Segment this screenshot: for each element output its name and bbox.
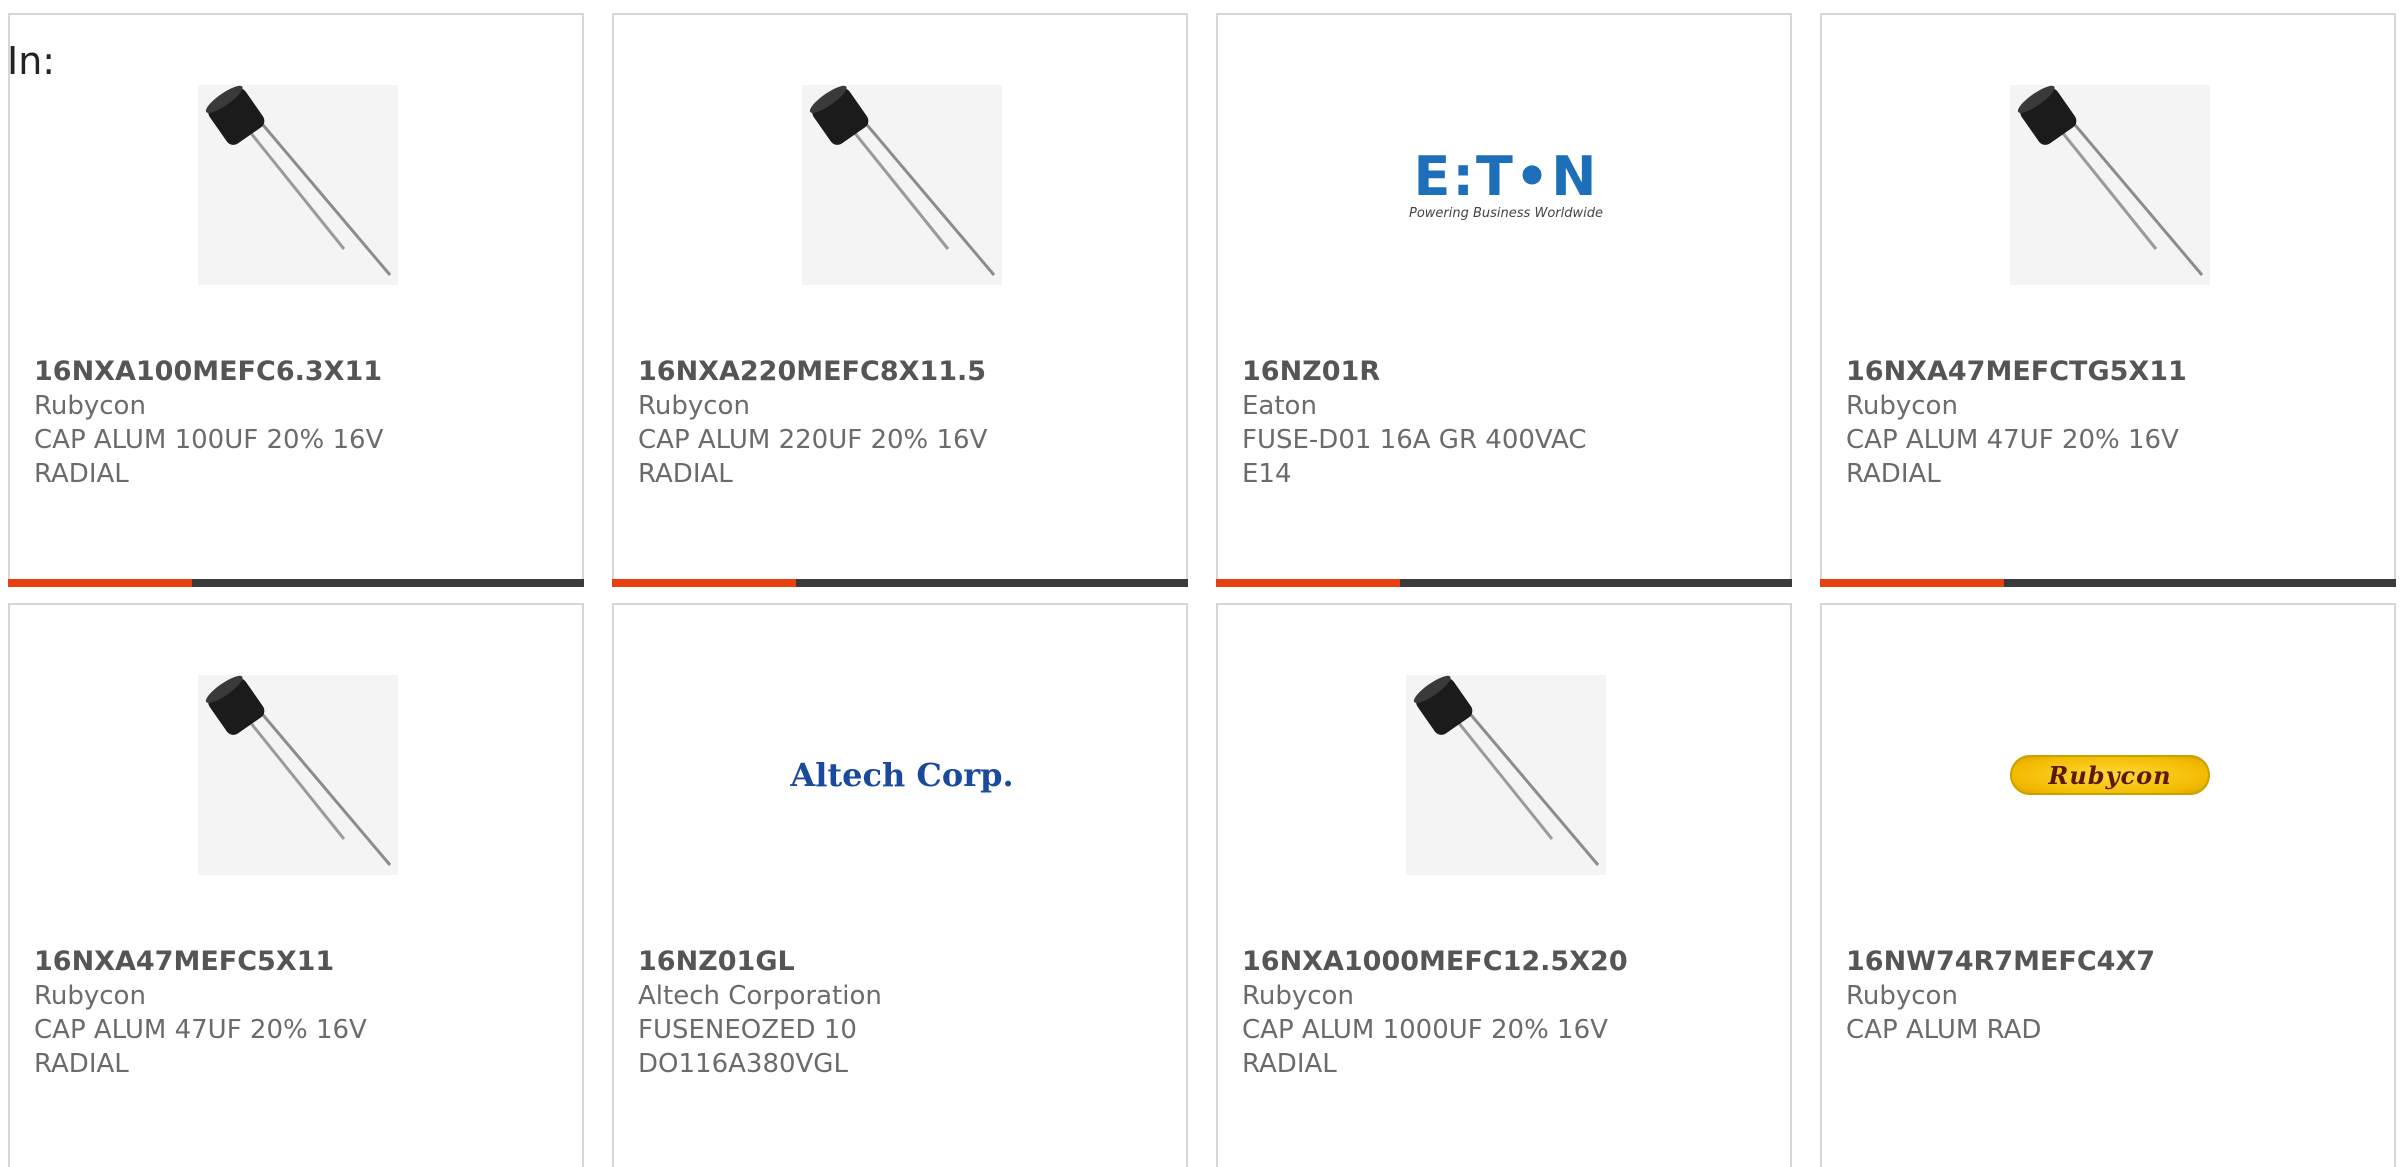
product-grid: 16NXA100MEFC6.3X11 Rubycon CAP ALUM 100UF … (0, 0, 2400, 1167)
product-card[interactable]: 16NXA47MEFC5X11 Rubycon CAP ALUM 47UF 20% … (8, 603, 584, 1167)
product-image-capacitor[interactable] (2010, 85, 2210, 285)
card-footer-bar (8, 579, 584, 587)
altech-logo-wordmark: Altech Corp. (790, 756, 1014, 794)
product-card[interactable]: E:T•N Powering Business Worldwide 16NZ01R E… (1216, 13, 1792, 587)
part-number[interactable]: 16NXA47MEFCTG5X11 (1846, 355, 2370, 389)
card-footer-accent (612, 579, 796, 587)
product-description: CAP ALUM 100UF 20% 16V RADIAL (34, 425, 384, 489)
product-info: 16NXA100MEFC6.3X11 Rubycon CAP ALUM 100UF … (34, 355, 558, 491)
part-number[interactable]: 16NXA1000MEFC12.5X20 (1242, 945, 1766, 979)
product-description: CAP ALUM RAD (1846, 1015, 2042, 1045)
manufacturer-name: Rubycon (34, 391, 146, 421)
manufacturer-name: Rubycon (1846, 981, 1958, 1011)
product-description: FUSENEOZED 10 DO116A380VGL (638, 1015, 857, 1079)
manufacturer-name: Altech Corporation (638, 981, 882, 1011)
product-info: 16NZ01R Eaton FUSE-D01 16A GR 400VAC E14 (1242, 355, 1766, 491)
product-info: 16NW74R7MEFC4X7 Rubycon CAP ALUM RAD (1846, 945, 2370, 1047)
part-number[interactable]: 16NXA47MEFC5X11 (34, 945, 558, 979)
card-footer-bar (612, 579, 1188, 587)
product-card[interactable]: 16NXA47MEFCTG5X11 Rubycon CAP ALUM 47UF 20… (1820, 13, 2396, 587)
part-number[interactable]: 16NXA100MEFC6.3X11 (34, 355, 558, 389)
manufacturer-name: Rubycon (1242, 981, 1354, 1011)
product-info: 16NXA47MEFCTG5X11 Rubycon CAP ALUM 47UF 20… (1846, 355, 2370, 491)
part-number[interactable]: 16NZ01GL (638, 945, 1162, 979)
product-description: CAP ALUM 47UF 20% 16V RADIAL (1846, 425, 2179, 489)
product-card[interactable]: 16NXA1000MEFC12.5X20 Rubycon CAP ALUM 1000… (1216, 603, 1792, 1167)
product-info: 16NZ01GL Altech Corporation FUSENEOZED 10 … (638, 945, 1162, 1081)
product-card[interactable]: Rubycon 16NW74R7MEFC4X7 Rubycon CAP ALUM RA… (1820, 603, 2396, 1167)
part-number[interactable]: 16NW74R7MEFC4X7 (1846, 945, 2370, 979)
manufacturer-name: Eaton (1242, 391, 1317, 421)
part-number[interactable]: 16NZ01R (1242, 355, 1766, 389)
product-description: FUSE-D01 16A GR 400VAC E14 (1242, 425, 1587, 489)
card-footer-accent (8, 579, 192, 587)
product-info: 16NXA47MEFC5X11 Rubycon CAP ALUM 47UF 20% … (34, 945, 558, 1081)
product-image-capacitor[interactable] (802, 85, 1002, 285)
product-card[interactable]: 16NXA100MEFC6.3X11 Rubycon CAP ALUM 100UF … (8, 13, 584, 587)
product-image-capacitor[interactable] (198, 675, 398, 875)
rubycon-logo[interactable]: Rubycon (2010, 675, 2210, 875)
product-description: CAP ALUM 47UF 20% 16V RADIAL (34, 1015, 367, 1079)
filter-label: In: (7, 39, 56, 83)
manufacturer-name: Rubycon (1846, 391, 1958, 421)
manufacturer-name: Rubycon (34, 981, 146, 1011)
card-footer-bar (1820, 579, 2396, 587)
product-results-page: In: 16NXA100MEFC6.3X11 Rubycon CAP ALUM 10… (0, 0, 2400, 1167)
part-number[interactable]: 16NXA220MEFC8X11.5 (638, 355, 1162, 389)
card-footer-accent (1820, 579, 2004, 587)
card-footer-bar (1216, 579, 1792, 587)
eaton-logo-tagline: Powering Business Worldwide (1409, 205, 1603, 221)
altech-logo[interactable]: Altech Corp. (790, 675, 1013, 875)
product-description: CAP ALUM 220UF 20% 16V RADIAL (638, 425, 988, 489)
product-image-capacitor[interactable] (198, 85, 398, 285)
eaton-logo-wordmark: E:T•N (1413, 144, 1599, 208)
rubycon-logo-wordmark: Rubycon (2010, 755, 2210, 795)
product-description: CAP ALUM 1000UF 20% 16V RADIAL (1242, 1015, 1608, 1079)
manufacturer-name: Rubycon (638, 391, 750, 421)
product-info: 16NXA1000MEFC12.5X20 Rubycon CAP ALUM 1000… (1242, 945, 1766, 1081)
product-card[interactable]: Altech Corp. 16NZ01GL Altech Corporation FU… (612, 603, 1188, 1167)
product-card[interactable]: 16NXA220MEFC8X11.5 Rubycon CAP ALUM 220UF … (612, 13, 1188, 587)
product-info: 16NXA220MEFC8X11.5 Rubycon CAP ALUM 220UF … (638, 355, 1162, 491)
eaton-logo[interactable]: E:T•N Powering Business Worldwide (1406, 85, 1606, 285)
card-footer-accent (1216, 579, 1400, 587)
product-image-capacitor[interactable] (1406, 675, 1606, 875)
